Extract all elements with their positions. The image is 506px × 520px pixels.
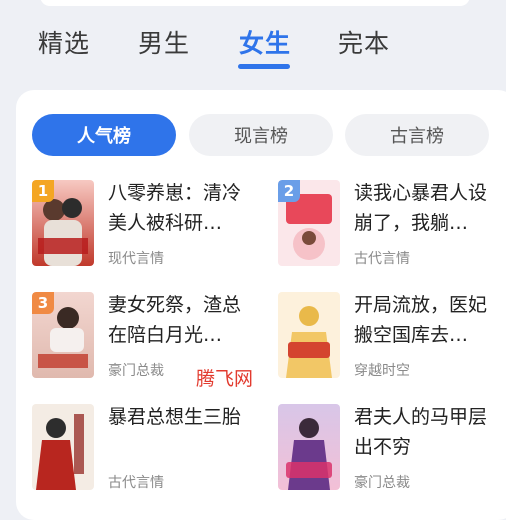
book-item-4[interactable]: 开局流放，医妃搬空国库去… 穿越时空 (278, 292, 506, 392)
book-cover (278, 292, 340, 378)
tab-female[interactable]: 女生 (239, 26, 291, 62)
book-title: 开局流放，医妃搬空国库去… (354, 294, 488, 346)
book-cover (32, 404, 94, 490)
book-genre: 穿越时空 (354, 363, 410, 379)
book-genre: 古代言情 (354, 251, 410, 267)
rank-badge: 1 (32, 180, 54, 202)
top-search-area (40, 0, 470, 6)
book-cover: 2 (278, 180, 340, 266)
tab-male[interactable]: 男生 (138, 26, 190, 62)
rank-tab-ancient-romance[interactable]: 古言榜 (345, 114, 489, 156)
tab-completed[interactable]: 完本 (338, 26, 390, 62)
book-genre: 豪门总裁 (108, 363, 164, 379)
watermark: 腾飞网 (196, 368, 254, 390)
rank-badge: 2 (278, 180, 300, 202)
book-genre: 现代言情 (108, 251, 164, 267)
tab-featured[interactable]: 精选 (38, 26, 90, 62)
book-item-5[interactable]: 暴君总想生三胎 古代言情 (32, 404, 262, 504)
book-cover (278, 404, 340, 490)
book-title: 妻女死祭，渣总在陪白月光… (108, 294, 242, 346)
book-item-2[interactable]: 2 读我心暴君人设崩了，我躺… 古代言情 (278, 180, 506, 280)
rank-tab-popular[interactable]: 人气榜 (32, 114, 176, 156)
book-genre: 豪门总裁 (354, 475, 410, 491)
book-cover: 3 (32, 292, 94, 378)
book-item-6[interactable]: 君夫人的马甲层出不穷 豪门总裁 (278, 404, 506, 504)
rank-badge: 3 (32, 292, 54, 314)
ranking-card: 人气榜 现言榜 古言榜 1 八零养崽：清冷美人被科研… 现代言情 2 读我心暴君… (16, 90, 506, 520)
book-title: 君夫人的马甲层出不穷 (354, 406, 488, 458)
book-item-1[interactable]: 1 八零养崽：清冷美人被科研… 现代言情 (32, 180, 262, 280)
rank-tab-modern-romance[interactable]: 现言榜 (189, 114, 333, 156)
book-genre: 古代言情 (108, 475, 164, 491)
book-cover: 1 (32, 180, 94, 266)
book-title: 暴君总想生三胎 (108, 406, 242, 428)
book-title: 八零养崽：清冷美人被科研… (108, 182, 242, 234)
active-tab-indicator (238, 64, 290, 69)
book-title: 读我心暴君人设崩了，我躺… (354, 182, 488, 234)
